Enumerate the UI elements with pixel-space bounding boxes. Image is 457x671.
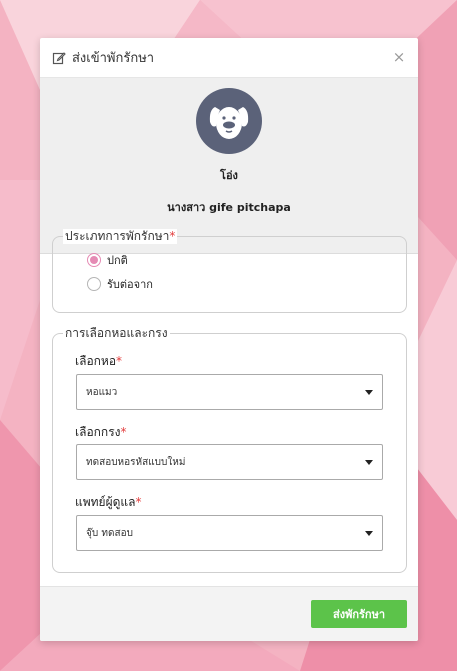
admission-type-group: ประเภทการพักรักษา* ปกติ รับต่อจาก <box>52 229 407 313</box>
radio-normal[interactable]: ปกติ <box>87 251 128 269</box>
admit-submit-button[interactable]: ส่งพักรักษา <box>311 600 407 628</box>
radio-transfer[interactable]: รับต่อจาก <box>87 275 153 293</box>
vet-select[interactable]: จุ๊บ ทดสอบ <box>76 515 383 551</box>
ward-select[interactable]: หอแมว <box>76 374 383 410</box>
vet-label: แพทย์ผู้ดูแล* <box>75 495 142 509</box>
dog-icon <box>209 107 249 139</box>
ward-select-value: หอแมว <box>86 386 118 398</box>
ward-label: เลือกหอ* <box>75 354 123 368</box>
admission-type-legend: ประเภทการพักรักษา* <box>63 229 178 244</box>
ward-cage-legend: การเลือกหอและกรง <box>63 326 170 341</box>
caret-down-icon <box>365 390 373 395</box>
avatar <box>196 88 262 154</box>
caret-down-icon <box>365 531 373 536</box>
ward-cage-group: การเลือกหอและกรง เลือกหอ* หอแมว เลือกกรง… <box>52 326 407 573</box>
cage-label: เลือกกรง* <box>75 425 127 439</box>
radio-transfer-indicator[interactable] <box>87 277 101 291</box>
cage-select-value: ทดสอบหอรหัสแบบใหม่ <box>86 456 186 468</box>
owner-name: นางสาว gife pitchapa <box>167 201 291 214</box>
dialog-footer: ส่งพักรักษา <box>40 586 418 641</box>
radio-transfer-label: รับต่อจาก <box>107 278 153 291</box>
radio-normal-indicator[interactable] <box>87 253 101 267</box>
edit-icon <box>52 51 66 65</box>
close-icon[interactable]: × <box>392 50 406 65</box>
cage-select[interactable]: ทดสอบหอรหัสแบบใหม่ <box>76 444 383 480</box>
pet-name: โอ่ง <box>220 169 238 182</box>
vet-select-value: จุ๊บ ทดสอบ <box>86 527 133 539</box>
admit-dialog: ส่งเข้าพักรักษา × โอ่ง นางสาว gife pitch… <box>40 38 418 641</box>
radio-normal-label: ปกติ <box>107 254 128 267</box>
pet-info-panel: โอ่ง นางสาว gife pitchapa <box>40 78 418 254</box>
caret-down-icon <box>365 460 373 465</box>
dialog-header: ส่งเข้าพักรักษา × <box>40 38 418 78</box>
dialog-title: ส่งเข้าพักรักษา <box>72 51 155 66</box>
